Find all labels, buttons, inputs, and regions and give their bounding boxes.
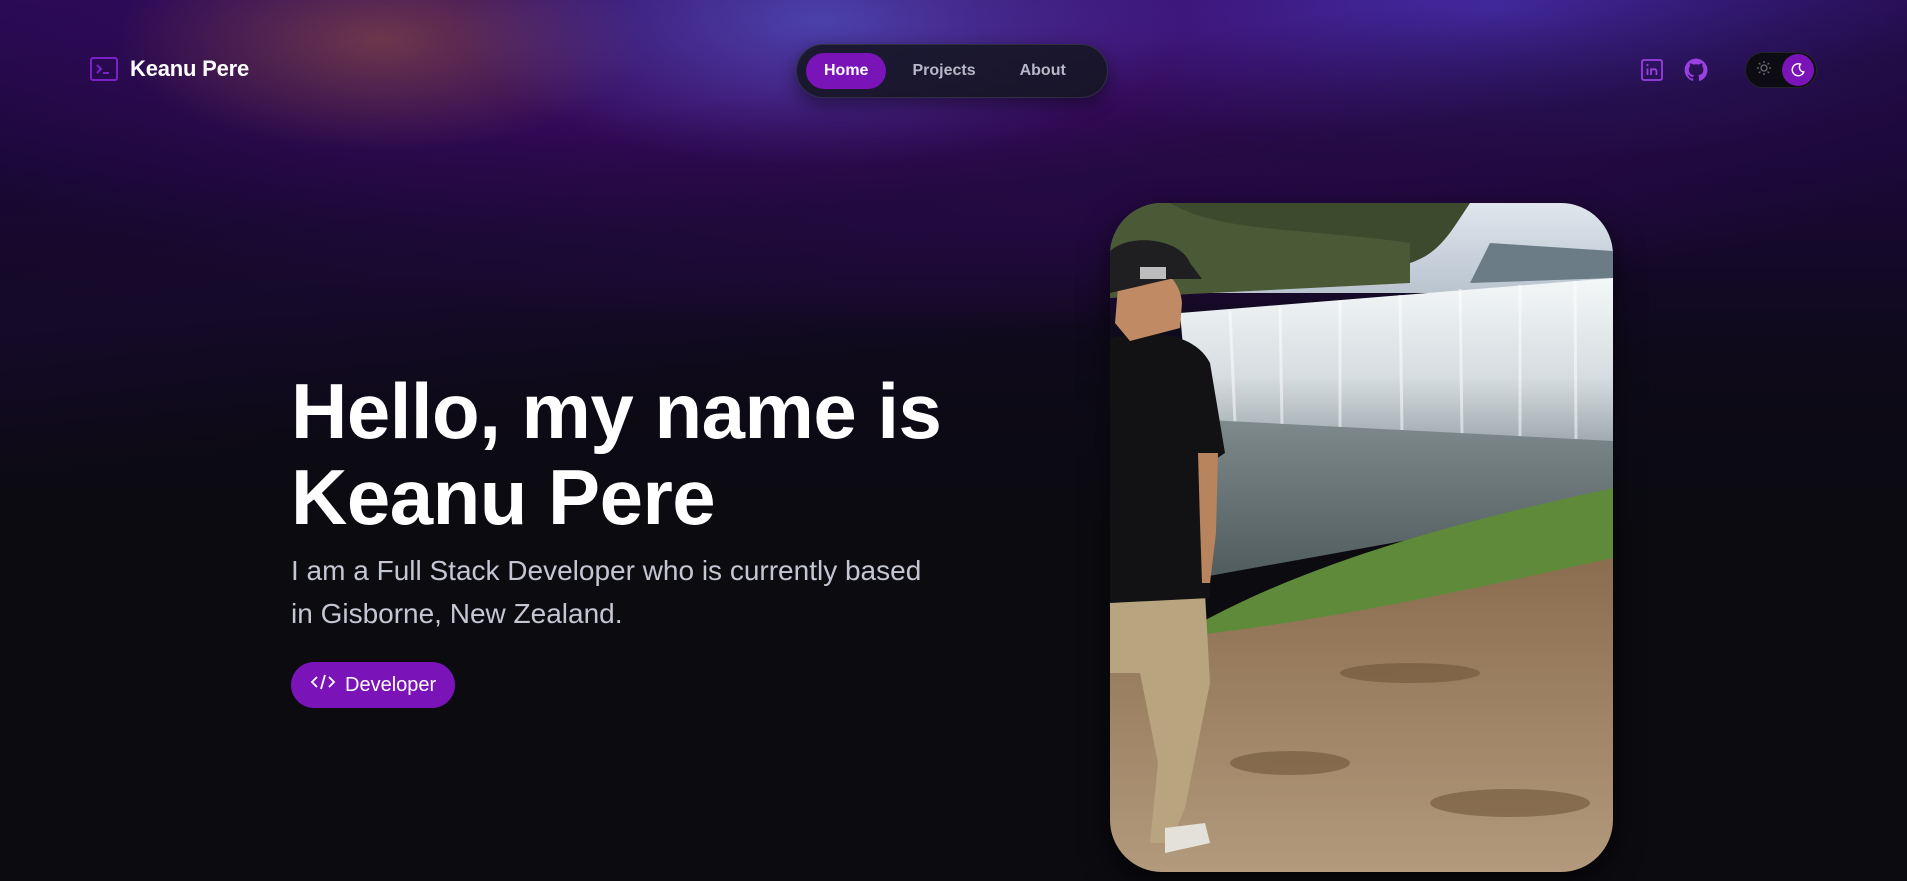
profile-photo — [1110, 203, 1613, 872]
main-nav: Home Projects About — [796, 44, 1108, 98]
hero-subtitle: I am a Full Stack Developer who is curre… — [291, 555, 922, 629]
nav-tab-about[interactable]: About — [1002, 53, 1084, 89]
moon-icon — [1782, 54, 1814, 86]
sun-icon — [1756, 60, 1772, 81]
nav-tab-home[interactable]: Home — [806, 53, 887, 89]
github-icon[interactable] — [1683, 57, 1709, 83]
brand-logo[interactable]: Keanu Pere — [90, 56, 249, 82]
developer-button[interactable]: Developer — [291, 662, 456, 708]
hero-title-line-1: Hello, my name is — [291, 367, 942, 455]
linkedin-icon[interactable] — [1639, 57, 1665, 83]
terminal-icon — [90, 57, 118, 81]
hero-title: Hello, my name is Keanu Pere — [291, 367, 942, 541]
page: Keanu Pere Home Projects About Hello, my… — [0, 0, 1907, 881]
brand-name: Keanu Pere — [130, 56, 250, 81]
hero-title-line-2: Keanu Pere — [291, 453, 716, 541]
developer-button-label: Developer — [345, 673, 437, 696]
header-actions — [1639, 52, 1817, 88]
code-icon — [310, 672, 336, 698]
theme-toggle[interactable] — [1745, 52, 1817, 88]
nav-tab-projects[interactable]: Projects — [894, 53, 993, 89]
